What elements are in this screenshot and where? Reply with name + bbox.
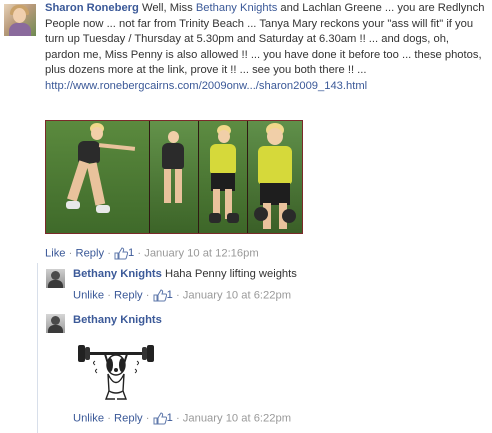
attached-photo[interactable] xyxy=(45,120,303,234)
separator: · xyxy=(142,412,153,425)
separator: · xyxy=(142,289,153,302)
avatar[interactable] xyxy=(46,269,65,288)
comment-actions: Like · Reply · 1 · January 10 at 12:16pm xyxy=(45,247,259,260)
photo-panel xyxy=(150,121,198,233)
replies-section: Bethany Knights Haha Penny lifting weigh… xyxy=(37,263,492,433)
reply-divider xyxy=(37,263,38,433)
reply-link[interactable]: Reply xyxy=(114,289,143,301)
timestamp[interactable]: January 10 at 6:22pm xyxy=(183,290,291,302)
unlike-link[interactable]: Unlike xyxy=(73,412,104,424)
avatar[interactable] xyxy=(46,314,65,333)
reply-text: Haha Penny lifting weights xyxy=(161,268,297,280)
url-link[interactable]: http://www.ronebergcairns.com/2009onw...… xyxy=(45,79,367,95)
reply-link[interactable]: Reply xyxy=(75,247,104,259)
reply-body: Bethany Knights Haha Penny lifting weigh… xyxy=(73,268,297,280)
separator: · xyxy=(134,247,145,260)
reply-actions: Unlike · Reply · 1 · January 10 at 6:22p… xyxy=(73,412,291,425)
snoopy-weightlifting-sticker[interactable] xyxy=(75,339,157,405)
avatar[interactable] xyxy=(4,4,36,36)
separator: · xyxy=(65,247,76,260)
author-link[interactable]: Bethany Knights xyxy=(73,314,162,326)
reply-body: Bethany Knights xyxy=(73,314,162,326)
thumbs-up-icon xyxy=(153,289,167,302)
separator: · xyxy=(172,289,183,302)
unlike-link[interactable]: Unlike xyxy=(73,289,104,301)
separator: · xyxy=(104,289,115,302)
separator: · xyxy=(104,247,115,260)
comment-body: Sharon Roneberg Well, Miss Bethany Knigh… xyxy=(45,1,485,94)
photo-panel xyxy=(248,121,302,233)
author-link[interactable]: Bethany Knights xyxy=(73,268,162,280)
likes-count[interactable]: 1 xyxy=(153,412,173,425)
author-link[interactable]: Sharon Roneberg xyxy=(45,2,139,14)
timestamp[interactable]: January 10 at 12:16pm xyxy=(144,248,258,260)
thumbs-up-icon xyxy=(153,412,167,425)
likes-count[interactable]: 1 xyxy=(114,247,134,260)
photo-panel xyxy=(46,121,149,233)
like-link[interactable]: Like xyxy=(45,247,66,259)
mention-link[interactable]: Bethany Knights xyxy=(196,2,277,14)
likes-count[interactable]: 1 xyxy=(153,289,173,302)
reply-link[interactable]: Reply xyxy=(114,412,143,424)
thumbs-up-icon xyxy=(114,247,129,260)
reply-actions: Unlike · Reply · 1 · January 10 at 6:22p… xyxy=(73,289,291,302)
separator: · xyxy=(104,412,115,425)
timestamp[interactable]: January 10 at 6:22pm xyxy=(183,413,291,425)
comment-text: Well, Miss xyxy=(141,2,196,14)
separator: · xyxy=(172,412,183,425)
photo-panel xyxy=(199,121,247,233)
